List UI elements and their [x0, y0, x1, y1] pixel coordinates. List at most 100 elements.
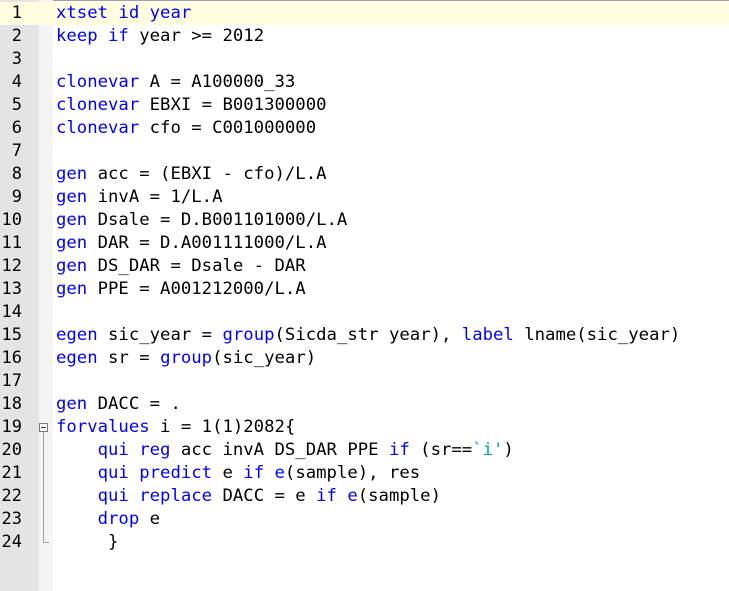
keyword-token: gen [56, 279, 88, 299]
keyword-token: gen [56, 233, 88, 253]
code-line[interactable]: 2 keep if year >= 2012 [0, 25, 729, 48]
keyword-token: gen [56, 394, 88, 414]
code-text[interactable]: egen sic_year = group(Sicda_str year), l… [56, 324, 680, 347]
code-line[interactable]: 13 gen PPE = A001212000/L.A [0, 278, 729, 301]
code-line[interactable]: 20 qui reg acc invA DS_DAR PPE if (sr==`… [0, 439, 729, 462]
keyword-token: if [316, 486, 337, 506]
keyword-token: gen [56, 210, 88, 230]
code-text[interactable]: xtset id year [56, 2, 191, 25]
code-token: sr = [97, 348, 161, 368]
keyword-token: clonevar [56, 72, 140, 92]
keyword-token: gen [56, 164, 88, 184]
keyword-token: if [388, 440, 410, 460]
code-text[interactable]: qui predict e if e(sample), res [56, 462, 421, 485]
keyword-token: group [222, 325, 275, 345]
code-token: } [56, 532, 119, 552]
code-text[interactable]: gen DAR = D.A001111000/L.A [56, 232, 327, 255]
keyword-token: if [243, 463, 265, 483]
code-token: acc = (EBXI - cfo)/L.A [87, 164, 327, 184]
code-token: ) [503, 440, 514, 460]
code-token: EBXI = B001300000 [139, 95, 327, 115]
line-number: 5 [11, 95, 22, 115]
line-number: 24 [1, 532, 22, 552]
code-line[interactable]: 7 [0, 140, 729, 163]
code-text[interactable]: clonevar cfo = C001000000 [56, 117, 316, 140]
keyword-token: e [274, 463, 285, 483]
code-line[interactable]: 10 gen Dsale = D.B001101000/L.A [0, 209, 729, 232]
line-number: 6 [11, 118, 22, 138]
line-number: 16 [1, 348, 22, 368]
code-line[interactable]: 23 drop e [0, 508, 729, 531]
keyword-token: keep if [56, 26, 129, 46]
keyword-token: egen [56, 348, 98, 368]
code-text[interactable]: clonevar A = A100000_33 [56, 71, 295, 94]
line-number: 18 [1, 394, 22, 414]
code-token: A = A100000_33 [139, 72, 296, 92]
code-line[interactable]: 9 gen invA = 1/L.A [0, 186, 729, 209]
code-token: e [212, 463, 244, 483]
keyword-token: gen [56, 256, 88, 276]
fold-end-marker [43, 542, 49, 543]
keyword-token: qui replace [56, 486, 213, 506]
keyword-token: gen [56, 187, 88, 207]
code-line[interactable]: 12 gen DS_DAR = Dsale - DAR [0, 255, 729, 278]
keyword-token: forvalues [56, 417, 150, 437]
code-token: lname(sic_year) [513, 325, 681, 345]
code-line[interactable]: 1 xtset id year [0, 2, 729, 25]
code-text[interactable]: clonevar EBXI = B001300000 [56, 94, 327, 117]
line-number: 23 [1, 509, 22, 529]
code-line[interactable]: 3 [0, 48, 729, 71]
code-text[interactable]: gen DACC = . [56, 393, 181, 416]
code-token: (Sicda_str year), [274, 325, 462, 345]
macro-token: `i' [472, 440, 504, 460]
code-text[interactable]: } [56, 531, 118, 554]
code-text[interactable]: forvalues i = 1(1)2082{ [56, 416, 295, 439]
line-number: 2 [11, 26, 22, 46]
line-number: 4 [11, 72, 22, 92]
code-line[interactable]: 24 } [0, 531, 729, 554]
code-line[interactable]: 5 clonevar EBXI = B001300000 [0, 94, 729, 117]
code-token: (sample), res [284, 463, 421, 483]
code-text[interactable]: gen Dsale = D.B001101000/L.A [56, 209, 347, 232]
code-text[interactable]: keep if year >= 2012 [56, 25, 264, 48]
code-line[interactable]: 11 gen DAR = D.A001111000/L.A [0, 232, 729, 255]
code-line[interactable]: 19 forvalues i = 1(1)2082{ [0, 416, 729, 439]
code-line[interactable]: 16 egen sr = group(sic_year) [0, 347, 729, 370]
code-text[interactable]: drop e [56, 508, 160, 531]
line-number: 13 [1, 279, 22, 299]
code-line[interactable]: 15 egen sic_year = group(Sicda_str year),… [0, 324, 729, 347]
code-line[interactable]: 21 qui predict e if e(sample), res [0, 462, 729, 485]
code-line[interactable]: 4 clonevar A = A100000_33 [0, 71, 729, 94]
keyword-token: label [461, 325, 514, 345]
code-text[interactable]: gen PPE = A001212000/L.A [56, 278, 306, 301]
keyword-token: qui reg [56, 440, 171, 460]
code-line[interactable]: 18 gen DACC = . [0, 393, 729, 416]
keyword-token: qui predict [56, 463, 213, 483]
code-line[interactable]: 22 qui replace DACC = e if e(sample) [0, 485, 729, 508]
line-number: 3 [11, 49, 22, 69]
line-number: 1 [11, 3, 22, 23]
code-line[interactable]: 14 [0, 301, 729, 324]
code-text[interactable]: qui reg acc invA DS_DAR PPE if (sr==`i') [56, 439, 514, 462]
line-number: 14 [1, 302, 22, 322]
code-text[interactable]: gen acc = (EBXI - cfo)/L.A [56, 163, 327, 186]
line-number: 12 [1, 256, 22, 276]
line-number: 19 [1, 417, 22, 437]
code-text[interactable]: egen sr = group(sic_year) [56, 347, 316, 370]
line-number: 9 [11, 187, 22, 207]
code-token: DAR = D.A001111000/L.A [87, 233, 327, 253]
code-token: Dsale = D.B001101000/L.A [87, 210, 348, 230]
code-line[interactable]: 6 clonevar cfo = C001000000 [0, 117, 729, 140]
code-text[interactable]: gen DS_DAR = Dsale - DAR [56, 255, 306, 278]
keyword-token: xtset id year [56, 3, 192, 23]
code-token: sic_year = [97, 325, 223, 345]
code-line[interactable]: 8 gen acc = (EBXI - cfo)/L.A [0, 163, 729, 186]
code-text[interactable]: gen invA = 1/L.A [56, 186, 222, 209]
code-token: DACC = . [87, 394, 181, 414]
line-number: 21 [1, 463, 22, 483]
code-token: DS_DAR = Dsale - DAR [87, 256, 306, 276]
code-text[interactable]: qui replace DACC = e if e(sample) [56, 485, 441, 508]
line-number: 15 [1, 325, 22, 345]
fold-toggle-icon[interactable] [39, 423, 48, 432]
code-line[interactable]: 17 [0, 370, 729, 393]
